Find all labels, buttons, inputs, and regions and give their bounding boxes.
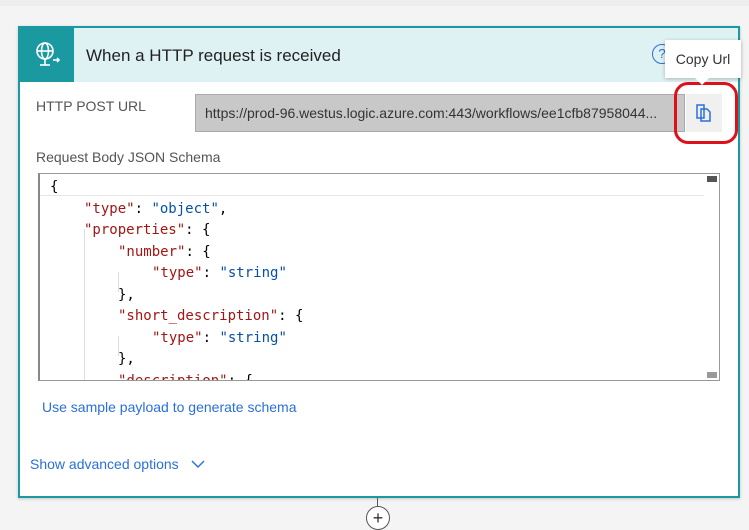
copy-url-tooltip: Copy Url	[665, 40, 741, 85]
code-token: "type"	[84, 200, 135, 217]
code-line: "type": "string"	[152, 263, 287, 283]
schema-label: Request Body JSON Schema	[36, 149, 221, 165]
trigger-card: When a HTTP request is received ? HTTP P…	[18, 26, 740, 498]
code-token: "string"	[219, 265, 287, 281]
http-post-url-field[interactable]: https://prod-96.westus.logic.azure.com:4…	[195, 94, 685, 132]
code-line: "number": {	[118, 242, 211, 262]
top-bar	[0, 0, 749, 6]
code-token: "properties"	[84, 222, 186, 238]
code-token: {	[50, 179, 59, 195]
indent-guide	[84, 229, 85, 380]
copy-url-button[interactable]	[686, 94, 722, 132]
chevron-down-icon	[191, 460, 205, 468]
http-post-url-label: HTTP POST URL	[36, 98, 146, 114]
code-token: :	[202, 265, 220, 281]
use-sample-payload-link[interactable]: Use sample payload to generate schema	[42, 399, 296, 415]
code-token: :	[134, 200, 152, 217]
code-token: },	[118, 351, 135, 367]
http-globe-icon	[20, 28, 74, 82]
code-token: : {	[185, 222, 211, 238]
code-line: },	[118, 349, 135, 369]
code-token: :	[202, 329, 220, 346]
code-token: : {	[185, 243, 211, 260]
code-token: "short_description"	[118, 308, 279, 324]
show-advanced-options-link[interactable]: Show advanced options	[30, 456, 205, 472]
code-line: {	[50, 177, 58, 197]
code-token: : {	[227, 372, 253, 381]
code-line: },	[118, 285, 135, 305]
code-token: "number"	[118, 243, 186, 260]
code-line: "properties": {	[84, 220, 210, 240]
code-line: "description": {	[118, 371, 253, 381]
editor-scrollbar[interactable]	[705, 174, 719, 380]
card-header[interactable]: When a HTTP request is received ?	[20, 28, 738, 82]
code-token: "type"	[152, 329, 203, 346]
code-token: "string"	[219, 329, 287, 346]
code-line: "type": "string"	[152, 328, 287, 348]
code-token: "object"	[151, 200, 219, 217]
code-line: "type": "object",	[84, 199, 227, 219]
card-title: When a HTTP request is received	[86, 46, 341, 65]
indent-guide	[118, 272, 119, 292]
code-token: "type"	[152, 265, 203, 281]
json-schema-editor[interactable]: {"type": "object", "properties": {"number…	[38, 173, 720, 381]
code-line: "short_description": {	[118, 306, 303, 326]
add-step-button[interactable]: +	[366, 506, 390, 530]
code-token: "description"	[118, 372, 228, 381]
code-token: },	[118, 286, 135, 303]
current-line-highlight	[40, 176, 704, 196]
code-token: ,	[218, 200, 228, 217]
show-advanced-options-label: Show advanced options	[30, 456, 179, 472]
copy-icon	[696, 104, 711, 122]
code-token: : {	[278, 308, 304, 324]
indent-guide	[118, 336, 119, 356]
